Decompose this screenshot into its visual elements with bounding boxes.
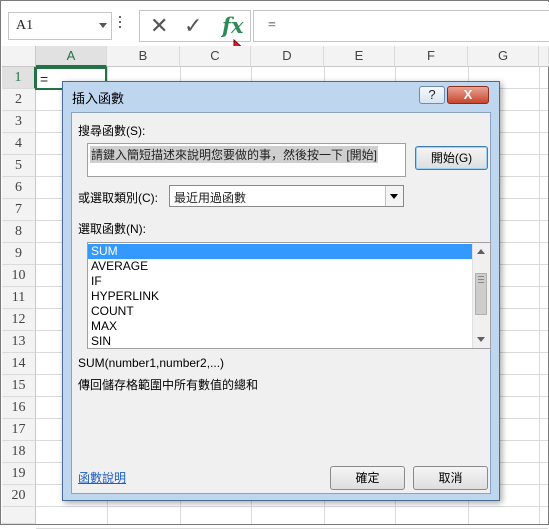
function-list[interactable]: SUM AVERAGE IF HYPERLINK COUNT MAX SIN	[87, 242, 491, 349]
column-header-e[interactable]: E	[324, 46, 395, 67]
function-item-if[interactable]: IF	[88, 274, 473, 289]
column-header-f[interactable]: F	[395, 46, 468, 67]
function-signature: SUM(number1,number2,...)	[78, 356, 225, 370]
function-item-sin[interactable]: SIN	[88, 334, 473, 348]
row-header-1[interactable]: 1	[2, 67, 36, 89]
function-item-sum[interactable]: SUM	[88, 244, 473, 259]
select-function-label: 選取函數(N):	[78, 222, 146, 236]
scrollbar-thumb[interactable]	[475, 273, 487, 315]
select-all-corner[interactable]	[2, 46, 36, 67]
list-scrollbar[interactable]	[472, 243, 490, 348]
help-button[interactable]: ?	[419, 86, 445, 104]
go-button[interactable]: 開始(G)	[415, 146, 488, 170]
ok-button[interactable]: 確定	[330, 466, 405, 490]
column-header-c[interactable]: C	[180, 46, 251, 67]
close-button[interactable]: X	[447, 86, 489, 104]
row-header-9[interactable]: 9	[2, 243, 36, 265]
dialog-title: 插入函數	[72, 91, 125, 106]
row-header-18[interactable]: 18	[2, 441, 36, 463]
name-box[interactable]: A1	[8, 12, 112, 40]
dialog-body: 搜尋函數(S): 請鍵入簡短描述來說明您要做的事，然後按一下 [開始] 開始(G…	[71, 112, 491, 494]
formula-bar: A1 ✕ ✓ fx =	[2, 2, 549, 66]
row-header-4[interactable]: 4	[2, 133, 36, 155]
grid-line	[36, 506, 548, 507]
scroll-down-icon[interactable]	[477, 337, 485, 342]
row-header-11[interactable]: 11	[2, 287, 36, 309]
row-header-8[interactable]: 8	[2, 221, 36, 243]
row-header-10[interactable]: 10	[2, 265, 36, 287]
chevron-down-icon[interactable]	[385, 186, 403, 206]
row-header-14[interactable]: 14	[2, 353, 36, 375]
column-header-a[interactable]: A	[36, 46, 107, 67]
formula-input[interactable]: =	[253, 10, 549, 42]
category-select[interactable]: 最近用過函數	[169, 185, 404, 207]
cancel-icon[interactable]: ✕	[150, 14, 168, 39]
category-select-value: 最近用過函數	[174, 191, 247, 205]
function-item-count[interactable]: COUNT	[88, 304, 473, 319]
column-header-g[interactable]: G	[468, 46, 539, 67]
row-header-20[interactable]: 20	[2, 485, 36, 507]
category-label: 或選取類別(C):	[78, 191, 158, 205]
cancel-button[interactable]: 取消	[413, 466, 488, 490]
function-help-link[interactable]: 函數說明	[78, 469, 126, 486]
function-item-hyperlink[interactable]: HYPERLINK	[88, 289, 473, 304]
chevron-down-icon[interactable]	[99, 23, 107, 28]
column-header-partial[interactable]	[539, 46, 549, 67]
drag-handle-icon[interactable]	[119, 16, 122, 32]
enter-icon[interactable]: ✓	[184, 14, 202, 39]
scroll-up-icon[interactable]	[477, 249, 485, 254]
row-header-6[interactable]: 6	[2, 177, 36, 199]
column-header-d[interactable]: D	[251, 46, 324, 67]
row-header-3[interactable]: 3	[2, 111, 36, 133]
search-input[interactable]: 請鍵入簡短描述來說明您要做的事，然後按一下 [開始]	[87, 143, 406, 177]
row-header-partial[interactable]	[2, 507, 36, 524]
formula-value: =	[268, 18, 276, 33]
search-input-text: 請鍵入簡短描述來說明您要做的事，然後按一下 [開始]	[90, 146, 379, 163]
column-header-b[interactable]: B	[107, 46, 180, 67]
row-header-5[interactable]: 5	[2, 155, 36, 177]
grid-line	[539, 67, 540, 524]
row-header-12[interactable]: 12	[2, 309, 36, 331]
function-description: 傳回儲存格範圍中所有數值的總和	[78, 378, 259, 392]
row-header-17[interactable]: 17	[2, 419, 36, 441]
row-header-7[interactable]: 7	[2, 199, 36, 221]
function-item-average[interactable]: AVERAGE	[88, 259, 473, 274]
insert-function-icon[interactable]: fx	[222, 13, 244, 38]
search-label: 搜尋函數(S):	[78, 124, 146, 138]
row-header-15[interactable]: 15	[2, 375, 36, 397]
row-header-13[interactable]: 13	[2, 331, 36, 353]
name-box-value: A1	[16, 18, 34, 33]
row-header-16[interactable]: 16	[2, 397, 36, 419]
row-header-2[interactable]: 2	[2, 89, 36, 111]
active-cell-value: =	[40, 71, 49, 87]
excel-window: A1 ✕ ✓ fx = A B C D E F G 1 2 3 4 5 6 7	[0, 0, 549, 529]
dialog-titlebar[interactable]: 插入函數 ? X	[63, 82, 499, 110]
function-item-max[interactable]: MAX	[88, 319, 473, 334]
insert-function-dialog: 插入函數 ? X 搜尋函數(S): 請鍵入簡短描述來說明您要做的事，然後按一下 …	[62, 81, 500, 501]
row-header-19[interactable]: 19	[2, 463, 36, 485]
